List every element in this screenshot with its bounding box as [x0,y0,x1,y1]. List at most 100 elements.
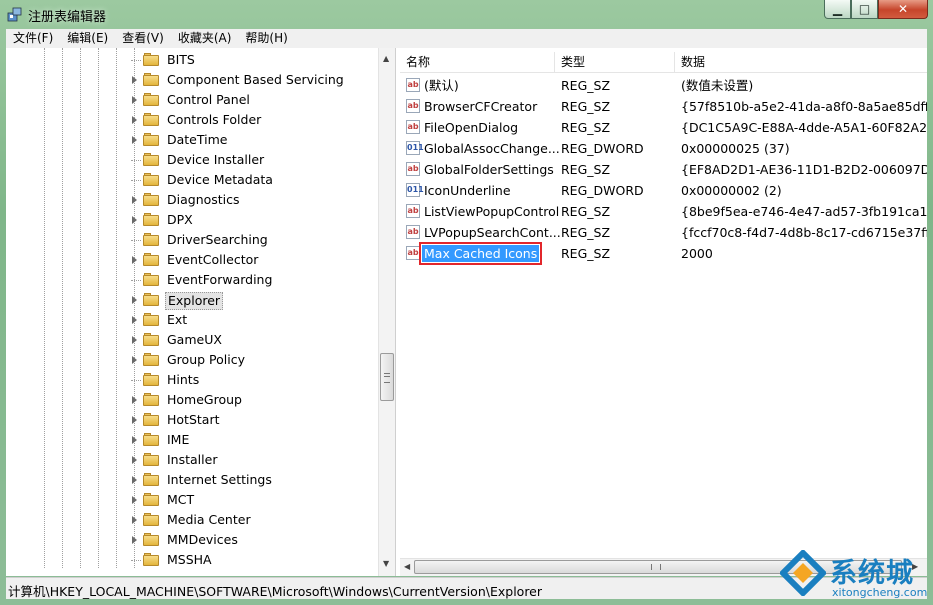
expand-arrow-icon[interactable] [132,456,137,464]
values-list-pane[interactable]: 名称 类型 数据 ab (默认) REG_SZ (数值未设置) ab BrowserCFC… [400,48,927,576]
tree-item[interactable]: HomeGroup [6,390,376,410]
tree-item[interactable]: BITS [6,50,376,70]
tree-vertical-scrollbar[interactable]: ▲ ▼ [378,48,395,576]
value-name: GlobalFolderSettings [424,162,554,177]
tree-item[interactable]: Device Installer [6,150,376,170]
title-bar[interactable]: 注册表编辑器 ▁ □ ✕ [0,0,933,28]
folder-icon [143,133,159,146]
tree-item[interactable]: DPX [6,210,376,230]
tree-item[interactable]: MCT [6,490,376,510]
expand-arrow-icon[interactable] [132,416,137,424]
site-watermark: 系统城 xitongcheng.com [778,548,930,602]
value-name: LVPopupSearchCont... [424,225,561,240]
tree-item[interactable]: IME [6,430,376,450]
tree-item[interactable]: DriverSearching [6,230,376,250]
close-button[interactable]: ✕ [878,0,928,19]
tree-item[interactable]: EventCollector [6,250,376,270]
expand-arrow-icon[interactable] [132,256,137,264]
registry-tree-pane[interactable]: BITS Component Based Servicing Control Pan… [6,48,396,576]
expand-arrow-icon[interactable] [132,96,137,104]
registry-value-row[interactable]: ab LVPopupSearchCont... REG_SZ {fccf70c8-f4… [400,222,927,243]
tree-item[interactable]: DateTime [6,130,376,150]
tree-item[interactable]: GameUX [6,330,376,350]
scroll-up-icon[interactable]: ▲ [383,54,389,63]
tree-item[interactable]: HotStart [6,410,376,430]
expand-arrow-icon[interactable] [132,116,137,124]
value-data: {DC1C5A9C-E88A-4dde-A5A1-60F82A20AEF [681,120,927,135]
tree-item-label: DriverSearching [167,232,268,247]
tree-item[interactable]: EventForwarding [6,270,376,290]
expand-arrow-icon[interactable] [132,196,137,204]
registry-value-row[interactable]: ab BrowserCFCreator REG_SZ {57f8510b-a5e2-4… [400,96,927,117]
tree-item[interactable]: Media Center [6,510,376,530]
content-area: BITS Component Based Servicing Control Pan… [6,48,927,576]
menu-view[interactable]: 查看(V) [115,29,171,48]
expand-arrow-icon[interactable] [132,336,137,344]
expand-arrow-icon[interactable] [132,516,137,524]
tree-item[interactable]: Component Based Servicing [6,70,376,90]
folder-icon [143,213,159,226]
tree-item[interactable]: Control Panel [6,90,376,110]
menu-edit[interactable]: 编辑(E) [60,29,115,48]
tree-item[interactable]: Diagnostics [6,190,376,210]
expand-arrow-icon[interactable] [132,436,137,444]
column-header-data[interactable]: 数据 [675,52,927,72]
window-title: 注册表编辑器 [28,10,107,25]
menu-help[interactable]: 帮助(H) [238,29,294,48]
tree-connector [131,180,141,181]
tree-scroll-thumb[interactable] [380,353,394,401]
tree-item[interactable]: Installer [6,450,376,470]
expand-arrow-icon[interactable] [132,496,137,504]
folder-icon [143,253,159,266]
tree-item[interactable]: Hints [6,370,376,390]
registry-value-row[interactable]: 011 IconUnderline REG_DWORD 0x00000002 (2) [400,180,927,201]
registry-value-row[interactable]: ab Max Cached Icons REG_SZ 2000 [400,242,927,265]
tree-connector [131,240,141,241]
column-header-name[interactable]: 名称 [400,52,555,72]
registry-value-row[interactable]: ab ListViewPopupControl REG_SZ {8be9f5ea-e7… [400,201,927,222]
minimize-button[interactable]: ▁ [824,0,851,19]
expand-arrow-icon[interactable] [132,476,137,484]
tree-item[interactable]: Device Metadata [6,170,376,190]
folder-icon [143,433,159,446]
expand-arrow-icon[interactable] [132,396,137,404]
registry-value-row[interactable]: ab (默认) REG_SZ (数值未设置) [400,75,927,96]
registry-value-row[interactable]: ab FileOpenDialog REG_SZ {DC1C5A9C-E88A-4dd… [400,117,927,138]
expand-arrow-icon[interactable] [132,136,137,144]
registry-value-row[interactable]: ab GlobalFolderSettings REG_SZ {EF8AD2D1-AE… [400,159,927,180]
expand-arrow-icon[interactable] [132,296,137,304]
tree-item[interactable]: Controls Folder [6,110,376,130]
scroll-left-icon[interactable]: ◀ [404,562,410,571]
expand-arrow-icon[interactable] [132,536,137,544]
expand-arrow-icon[interactable] [132,356,137,364]
tree-item[interactable]: Internet Settings [6,470,376,490]
tree-item[interactable]: Group Policy [6,350,376,370]
folder-icon [143,493,159,506]
registry-value-row[interactable]: 011 GlobalAssocChange... REG_DWORD 0x000000… [400,138,927,159]
tree-item-label: IME [167,432,190,447]
value-data: 0x00000025 (37) [681,141,790,156]
expand-arrow-icon[interactable] [132,76,137,84]
tree-item-label: Control Panel [167,92,250,107]
value-name: Max Cached Icons [418,242,543,265]
tree-item-label: DateTime [167,132,228,147]
tree-item-label: Installer [167,452,218,467]
column-header-type[interactable]: 类型 [555,52,675,72]
menu-file[interactable]: 文件(F) [6,29,60,48]
expand-arrow-icon[interactable] [132,216,137,224]
value-data: (数值未设置) [681,78,754,93]
menu-favorites[interactable]: 收藏夹(A) [171,29,239,48]
folder-icon [143,453,159,466]
tree-item-label: Internet Settings [167,472,272,487]
folder-icon [143,173,159,186]
tree-item[interactable]: MSSHA [6,550,376,570]
expand-arrow-icon[interactable] [132,316,137,324]
scroll-down-icon[interactable]: ▼ [383,559,389,568]
folder-icon [143,373,159,386]
value-data: {8be9f5ea-e746-4e47-ad57-3fb191ca1eed [681,204,927,219]
tree-item[interactable]: Explorer [6,290,376,310]
maximize-button[interactable]: □ [851,0,878,19]
tree-item[interactable]: MMDevices [6,530,376,550]
tree-item[interactable]: Ext [6,310,376,330]
maximize-icon: □ [858,2,871,16]
